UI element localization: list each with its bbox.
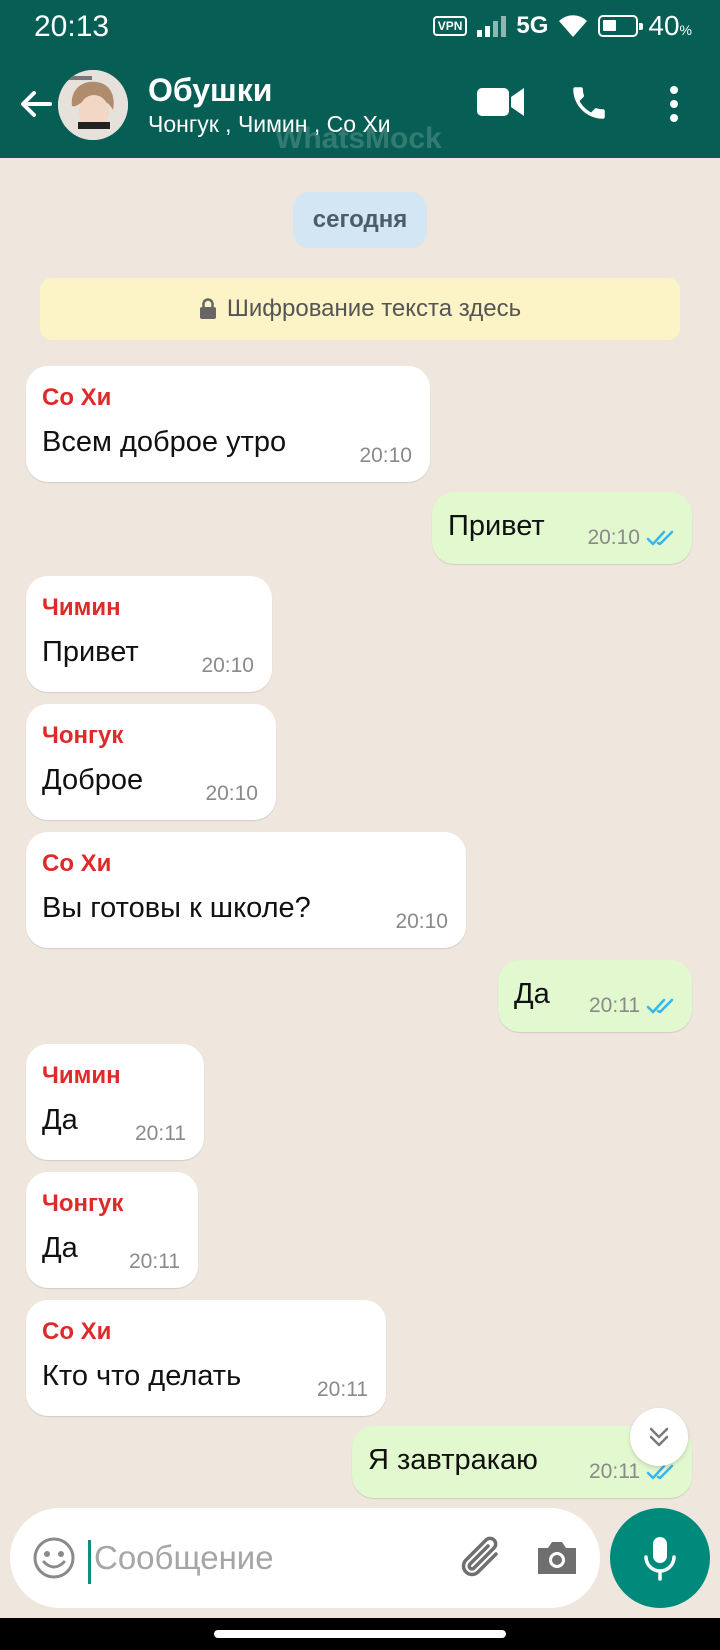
message-bubble-incoming[interactable]: Чонгук Да 20:11 bbox=[26, 1172, 198, 1288]
message-bubble-incoming[interactable]: Со Хи Вы готовы к школе? 20:10 bbox=[26, 832, 466, 948]
battery-icon bbox=[598, 15, 644, 37]
message-text: Кто что делать bbox=[42, 1360, 242, 1392]
message-sender: Со Хи bbox=[42, 1318, 112, 1345]
message-input[interactable] bbox=[94, 1530, 424, 1586]
encryption-notice-text: Шифрование текста здесь bbox=[226, 295, 522, 322]
attach-paperclip-icon[interactable] bbox=[458, 1534, 506, 1584]
message-text: Я завтракаю bbox=[368, 1444, 538, 1476]
message-bubble-outgoing[interactable]: Привет 20:10 bbox=[432, 492, 692, 564]
camera-icon[interactable] bbox=[534, 1538, 580, 1578]
message-time: 20:10 bbox=[587, 526, 640, 549]
scroll-to-bottom-button[interactable] bbox=[630, 1408, 688, 1466]
message-text: Доброе bbox=[42, 764, 144, 796]
chat-title[interactable]: Обушки bbox=[148, 72, 272, 109]
message-bubble-incoming[interactable]: Со Хи Кто что делать 20:11 bbox=[26, 1300, 386, 1416]
message-time: 20:11 bbox=[589, 1460, 640, 1483]
battery-value: 40 bbox=[648, 10, 680, 41]
chat-header: 20:13 VPN 5G 40% Обушки Чонгук , Чимин ,… bbox=[0, 0, 720, 158]
phone-call-icon[interactable] bbox=[568, 82, 610, 124]
message-time: 20:11 bbox=[129, 1250, 180, 1273]
network-type: 5G bbox=[516, 12, 549, 39]
mic-button[interactable] bbox=[610, 1508, 710, 1608]
message-text: Всем доброе утро bbox=[42, 426, 287, 458]
double-chevron-down-icon bbox=[649, 1427, 669, 1447]
message-text: Привет bbox=[448, 510, 545, 542]
text-cursor bbox=[88, 1540, 91, 1584]
message-text: Да bbox=[42, 1104, 78, 1136]
status-bar: 20:13 VPN 5G 40% bbox=[0, 0, 720, 52]
more-vert-icon[interactable] bbox=[664, 84, 684, 124]
message-time: 20:10 bbox=[201, 654, 254, 677]
vpn-icon: VPN bbox=[432, 16, 468, 36]
date-chip: сегодня bbox=[293, 192, 427, 248]
lock-icon bbox=[199, 298, 216, 319]
read-ticks-icon bbox=[646, 998, 674, 1014]
signal-icon bbox=[477, 15, 507, 37]
message-text: Вы готовы к школе? bbox=[42, 892, 311, 924]
read-ticks-icon bbox=[646, 530, 674, 546]
battery-percent: 40% bbox=[648, 10, 692, 42]
wifi-icon bbox=[559, 15, 588, 38]
message-time: 20:10 bbox=[205, 782, 258, 805]
group-avatar[interactable] bbox=[58, 70, 128, 140]
message-text: Привет bbox=[42, 636, 139, 668]
encryption-notice[interactable]: Шифрование текста здесь bbox=[40, 278, 680, 340]
message-sender: Чонгук bbox=[42, 722, 124, 749]
home-indicator[interactable] bbox=[214, 1630, 506, 1638]
message-time: 20:10 bbox=[359, 444, 412, 467]
message-time: 20:11 bbox=[135, 1122, 186, 1145]
emoji-icon[interactable] bbox=[32, 1536, 76, 1580]
message-sender: Со Хи bbox=[42, 384, 112, 411]
system-nav-bar bbox=[0, 1618, 720, 1650]
message-composer bbox=[10, 1508, 600, 1608]
back-arrow-icon[interactable] bbox=[16, 84, 56, 124]
message-sender: Чимин bbox=[42, 1062, 121, 1089]
message-bubble-incoming[interactable]: Чонгук Доброе 20:10 bbox=[26, 704, 276, 820]
message-bubble-incoming[interactable]: Со Хи Всем доброе утро 20:10 bbox=[26, 366, 430, 482]
message-sender: Чонгук bbox=[42, 1190, 124, 1217]
message-sender: Чимин bbox=[42, 594, 121, 621]
message-bubble-incoming[interactable]: Чимин Да 20:11 bbox=[26, 1044, 204, 1160]
status-time: 20:13 bbox=[34, 10, 110, 43]
message-sender: Со Хи bbox=[42, 850, 112, 877]
battery-unit: % bbox=[679, 22, 692, 38]
message-time: 20:10 bbox=[395, 910, 448, 933]
video-call-icon[interactable] bbox=[476, 82, 526, 122]
message-time: 20:11 bbox=[317, 1378, 368, 1401]
message-bubble-outgoing[interactable]: Да 20:11 bbox=[498, 960, 692, 1032]
status-indicators: VPN 5G 40% bbox=[432, 10, 692, 42]
message-time: 20:11 bbox=[589, 994, 640, 1017]
watermark: WhatsMock bbox=[275, 122, 442, 155]
message-bubble-incoming[interactable]: Чимин Привет 20:10 bbox=[26, 576, 272, 692]
microphone-icon bbox=[644, 1537, 676, 1581]
message-text: Да bbox=[514, 978, 550, 1010]
message-text: Да bbox=[42, 1232, 78, 1264]
